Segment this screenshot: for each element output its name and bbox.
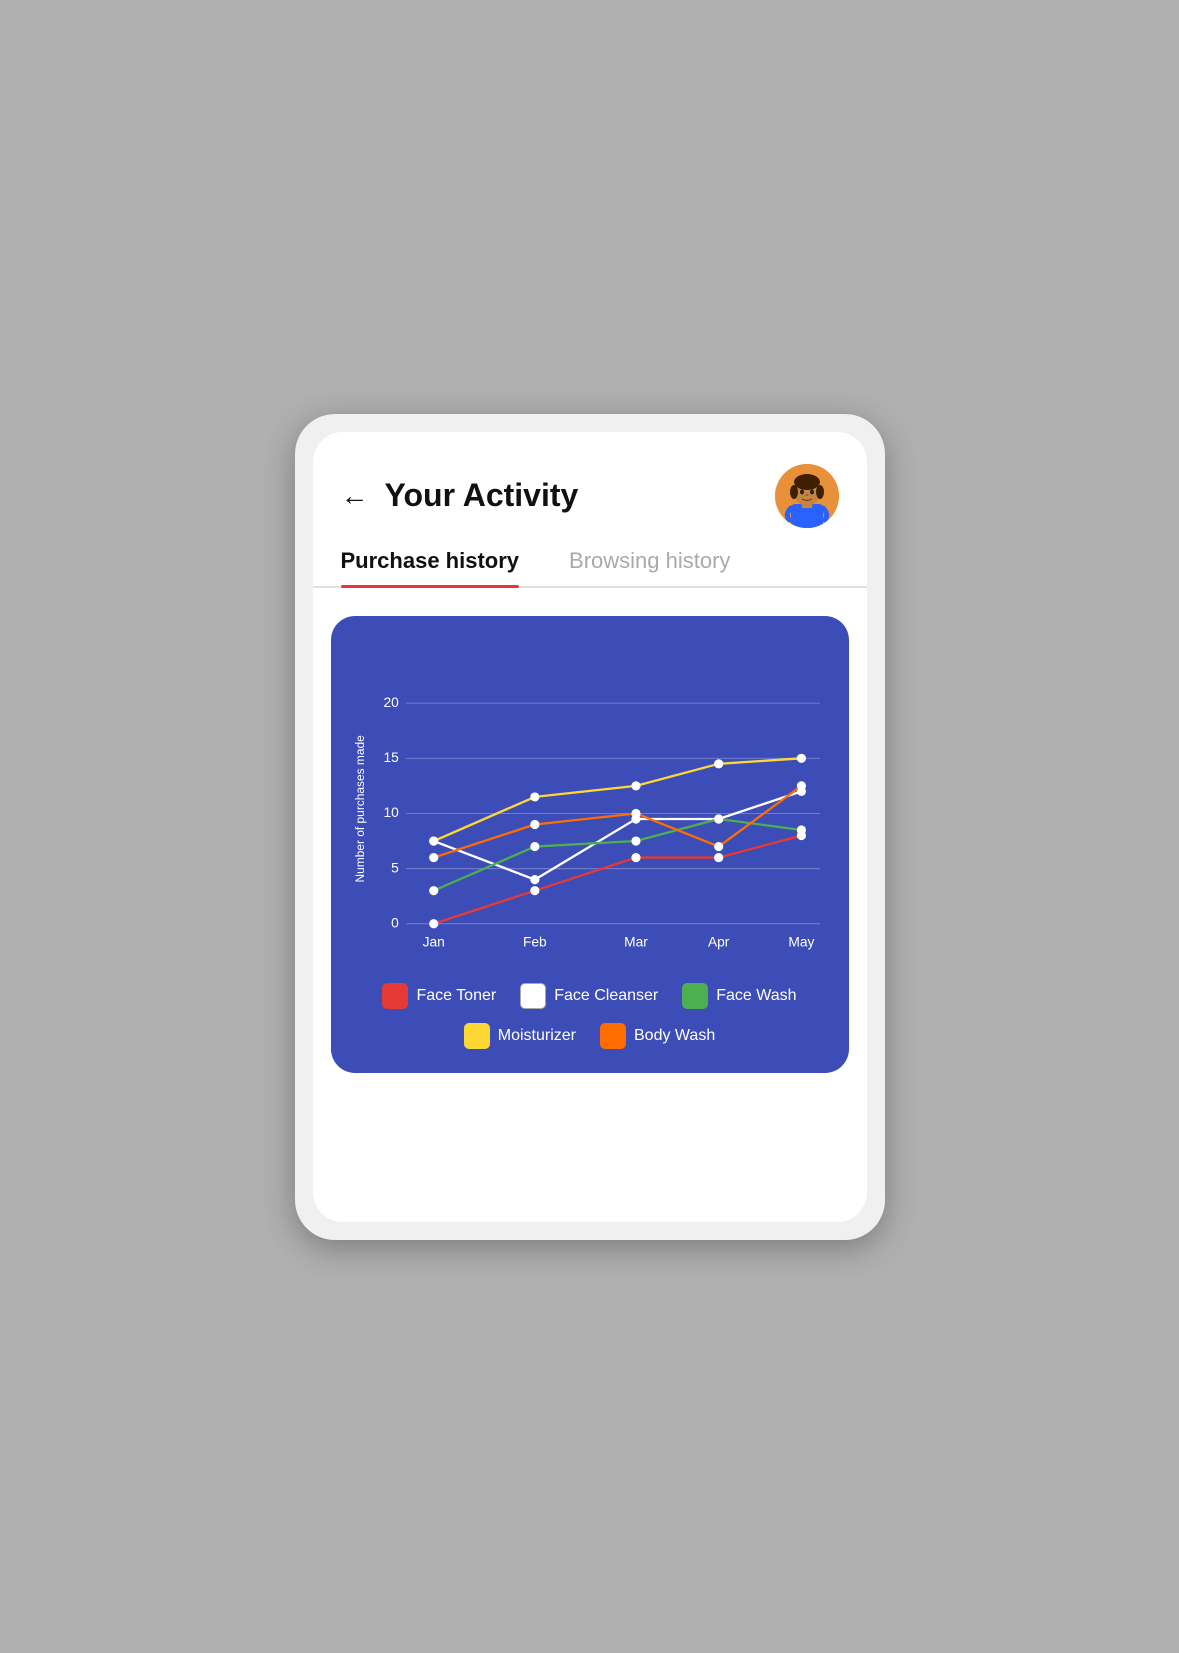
svg-text:Feb: Feb xyxy=(522,934,546,949)
svg-text:0: 0 xyxy=(391,915,399,930)
legend-label-face-toner: Face Toner xyxy=(416,987,496,1005)
tab-purchase-history[interactable]: Purchase history xyxy=(341,548,520,586)
legend-face-toner: Face Toner xyxy=(382,983,496,1009)
legend-moisturizer: Moisturizer xyxy=(464,1023,576,1049)
svg-text:May: May xyxy=(788,934,814,949)
avatar[interactable] xyxy=(775,464,839,528)
legend-color-face-cleanser xyxy=(520,983,546,1009)
svg-text:20: 20 xyxy=(383,694,399,709)
legend-face-cleanser: Face Cleanser xyxy=(520,983,658,1009)
chart-container: Number of purchases made 20 15 10 5 0 xyxy=(331,616,849,1074)
legend-body-wash: Body Wash xyxy=(600,1023,715,1049)
legend-label-moisturizer: Moisturizer xyxy=(498,1027,576,1045)
svg-text:5: 5 xyxy=(391,860,399,875)
chart-area: Number of purchases made 20 15 10 5 0 xyxy=(351,648,829,966)
svg-text:Jan: Jan xyxy=(422,934,444,949)
chart-legend: Face Toner Face Cleanser Face Wash Moist… xyxy=(351,983,829,1049)
legend-label-face-cleanser: Face Cleanser xyxy=(554,987,658,1005)
svg-text:15: 15 xyxy=(383,749,399,764)
header-left: ← Your Activity xyxy=(341,477,579,514)
legend-color-moisturizer xyxy=(464,1023,490,1049)
page-title: Your Activity xyxy=(385,477,579,514)
back-button[interactable]: ← xyxy=(341,480,369,512)
legend-color-face-toner xyxy=(382,983,408,1009)
legend-face-wash: Face Wash xyxy=(682,983,796,1009)
legend-color-face-wash xyxy=(682,983,708,1009)
svg-text:Number of purchases made: Number of purchases made xyxy=(352,734,366,882)
header: ← Your Activity xyxy=(313,432,867,548)
legend-color-body-wash xyxy=(600,1023,626,1049)
phone-container: ← Your Activity xyxy=(295,414,885,1240)
svg-text:10: 10 xyxy=(383,805,399,820)
tab-browsing-history[interactable]: Browsing history xyxy=(569,548,730,586)
line-chart: Number of purchases made 20 15 10 5 0 xyxy=(351,648,829,961)
legend-label-body-wash: Body Wash xyxy=(634,1027,715,1045)
legend-label-face-wash: Face Wash xyxy=(716,987,796,1005)
svg-text:Apr: Apr xyxy=(707,934,729,949)
svg-text:Mar: Mar xyxy=(624,934,648,949)
tabs: Purchase history Browsing history xyxy=(313,548,867,588)
card: ← Your Activity xyxy=(313,432,867,1222)
